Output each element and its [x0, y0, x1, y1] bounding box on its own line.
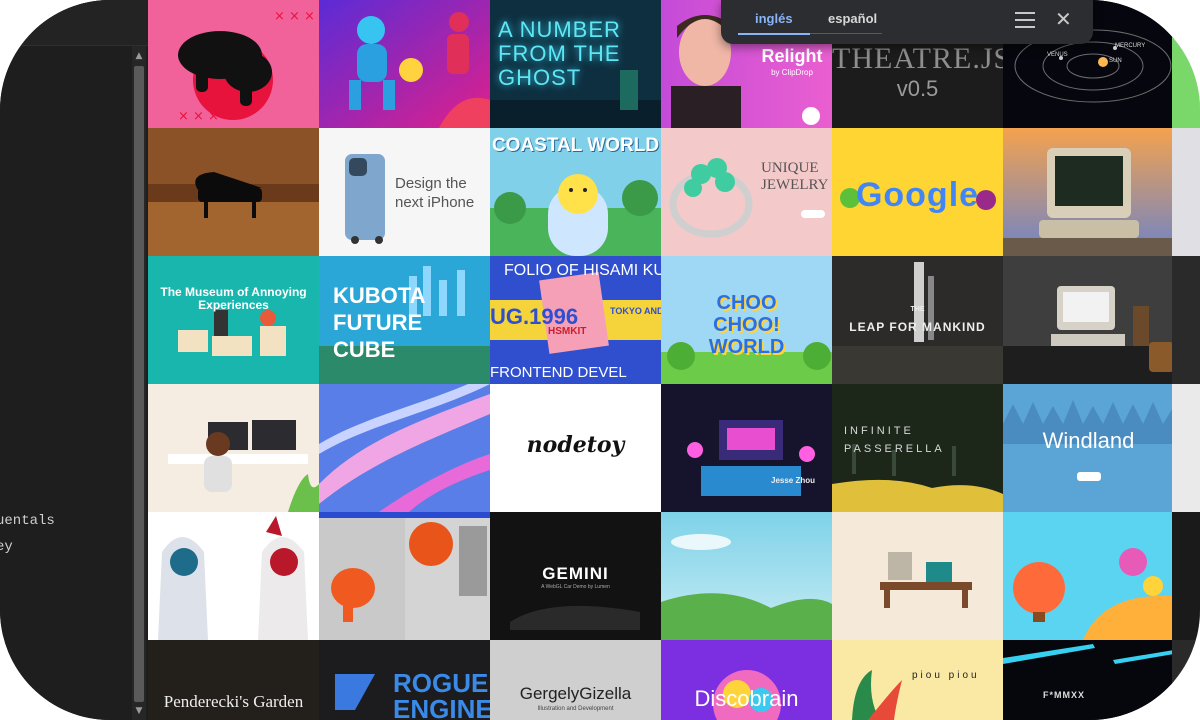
code-line-1: uentals	[0, 513, 55, 529]
tile-text: HSMKIT	[548, 326, 587, 337]
gallery-tile-unique-jewelry[interactable]: UNIQUE JEWELRY	[661, 128, 832, 256]
active-tab-indicator	[738, 33, 810, 35]
gallery-tile-sky-meadow[interactable]	[661, 512, 832, 640]
tile-text: Jesse Zhou	[771, 476, 816, 485]
screen-frame: uentals ey ▲ ▼ × × × × × × A NUMBER FROM…	[0, 0, 1200, 720]
gallery-tile-windland[interactable]: Windland	[1003, 384, 1174, 512]
gallery-tile-retro-computer[interactable]	[1003, 128, 1174, 256]
tile-title: CHOO CHOO! WORLD	[708, 292, 785, 358]
gallery-tile-partial[interactable]	[1172, 384, 1200, 512]
tab-spanish[interactable]: español	[828, 11, 877, 26]
gallery-tile-gergely-gizella[interactable]: GergelyGizella Illustration and Developm…	[490, 640, 661, 720]
gallery-tile-kubota-future-cube[interactable]: KUBOTA FUTURE CUBE	[319, 256, 490, 384]
gallery-tile-partial[interactable]	[1172, 0, 1200, 128]
tile-title: Windland	[1042, 428, 1135, 453]
tile-title: GEMINI	[542, 564, 609, 583]
tile-title: Penderecki's Garden	[163, 692, 304, 711]
tile-title: GergelyGizella	[519, 684, 632, 703]
tile-title: INFINITE PASSERELLA	[844, 425, 945, 455]
gallery-tile-voxel-desk[interactable]	[832, 512, 1003, 640]
gallery-tile-concert-hall[interactable]	[148, 128, 319, 256]
tile-title: KUBOTA FUTURE CUBE	[333, 283, 425, 362]
gallery-tile-developer-desk[interactable]	[148, 384, 319, 512]
code-line-2: ey	[0, 539, 13, 555]
gallery-tile-tapir[interactable]: × × × × × ×	[148, 0, 319, 128]
close-icon[interactable]: ✕	[1055, 8, 1072, 30]
tile-title: Google	[832, 176, 1003, 215]
gallery-tile-balloon-island[interactable]	[1003, 512, 1174, 640]
gallery-tile-google-doodle[interactable]: Google	[832, 128, 1003, 256]
tile-subtitle: Illustration and Development	[537, 706, 614, 712]
gallery-tile-discobrain[interactable]: Discobrain	[661, 640, 832, 720]
project-gallery: × × × × × × A NUMBER FROM THE GHOST Reli…	[148, 0, 1200, 720]
gallery-tile-leap-mankind[interactable]: THE LEAP FOR MANKIND	[832, 256, 1003, 384]
tile-subtitle: v0.5	[896, 76, 939, 101]
gallery-tile-infinite-passerella[interactable]: INFINITE PASSERELLA	[832, 384, 1003, 512]
tab-english[interactable]: inglés	[755, 11, 793, 26]
gallery-tile-partial[interactable]	[1172, 128, 1200, 256]
gallery-tile-partial[interactable]	[1172, 640, 1200, 720]
tile-title: Relight	[761, 46, 823, 66]
gallery-tile-choo-choo-world[interactable]: CHOO CHOO! WORLD	[661, 256, 832, 384]
tile-title: LEAP FOR MANKIND	[849, 320, 986, 334]
gallery-tile-nodetoy[interactable]: nodetoy	[490, 384, 661, 512]
tile-title: COASTAL WORLD	[491, 135, 660, 156]
gallery-tile-jesse-zhou[interactable]: Jesse Zhou	[661, 384, 832, 512]
scroll-down-arrow-icon[interactable]: ▼	[132, 704, 146, 718]
gallery-tile-partial[interactable]	[1172, 512, 1200, 640]
google-doodle-text: Google	[855, 176, 980, 214]
gallery-tile-3d-editor[interactable]	[319, 512, 490, 640]
tile-title: F*MMXX	[1043, 690, 1085, 700]
editor-scroll-thumb[interactable]	[134, 66, 144, 702]
tile-subtitle: A WebGL Car Demo by Lumen	[541, 584, 610, 590]
gallery-tile-piou-piou[interactable]: piou piou	[832, 640, 1003, 720]
tile-title: The Museum of Annoying Experiences	[160, 285, 307, 312]
editor-panel: uentals ey ▲ ▼	[0, 0, 148, 720]
gallery-tile-folio-hisami[interactable]: FOLIO OF HISAMI KU UG.1996 TOKYO AND KA …	[490, 256, 661, 384]
hamburger-menu-icon[interactable]	[1015, 12, 1035, 28]
tab-divider	[810, 33, 882, 34]
scroll-up-arrow-icon[interactable]: ▲	[132, 49, 146, 63]
editor-top-strip	[0, 0, 148, 46]
gallery-tile-rogue-engine[interactable]: ROGUE ENGINE	[319, 640, 490, 720]
tile-title: Discobrain	[694, 686, 799, 711]
tile-title: A NUMBER FROM THE GHOST	[498, 17, 621, 90]
gallery-tile-next-iphone[interactable]: Design the next iPhone	[319, 128, 490, 256]
tile-title: ROGUE ENGINE	[393, 668, 490, 720]
svg-text:× × ×: × × ×	[274, 9, 315, 24]
translate-popup: inglés español ✕	[721, 0, 1093, 44]
tile-text: THE	[910, 306, 925, 313]
planet-label: MERCURY	[1115, 43, 1146, 49]
tile-text: TOKYO AND KA	[610, 306, 661, 316]
tile-title: Design the next iPhone	[395, 175, 475, 211]
gallery-tile-gemini[interactable]: GEMINI A WebGL Car Demo by Lumen	[490, 512, 661, 640]
tile-text: FOLIO OF HISAMI KU	[504, 262, 661, 279]
planet-label: VENUS	[1047, 52, 1068, 58]
tile-title: THEATRE.JS	[832, 42, 1003, 75]
gallery-tile-retro-desk[interactable]	[1003, 256, 1174, 384]
gallery-tile-pendereckis-garden[interactable]: Penderecki's Garden	[148, 640, 319, 720]
gallery-tile-fmmxx[interactable]: F*MMXX	[1003, 640, 1174, 720]
gallery-tile-shooter[interactable]	[319, 0, 490, 128]
gallery-tile-museum-annoying[interactable]: The Museum of Annoying Experiences	[148, 256, 319, 384]
tile-subtitle: by ClipDrop	[771, 68, 813, 77]
gallery-tile-waves[interactable]	[319, 384, 490, 512]
tile-title: UNIQUE JEWELRY	[761, 160, 829, 193]
tile-title: piou piou	[912, 670, 980, 681]
gallery-tile-partial[interactable]	[1172, 256, 1200, 384]
tile-text: FRONTEND DEVEL	[490, 364, 627, 381]
svg-text:× × ×: × × ×	[178, 109, 219, 124]
gallery-tile-number-ghost[interactable]: A NUMBER FROM THE GHOST	[490, 0, 661, 128]
gallery-tile-coastal-world[interactable]: COASTAL WORLD	[490, 128, 661, 256]
tile-title: nodetoy	[526, 432, 625, 458]
gallery-tile-hooded-figures[interactable]	[148, 512, 319, 640]
planet-label: SUN	[1109, 58, 1122, 64]
